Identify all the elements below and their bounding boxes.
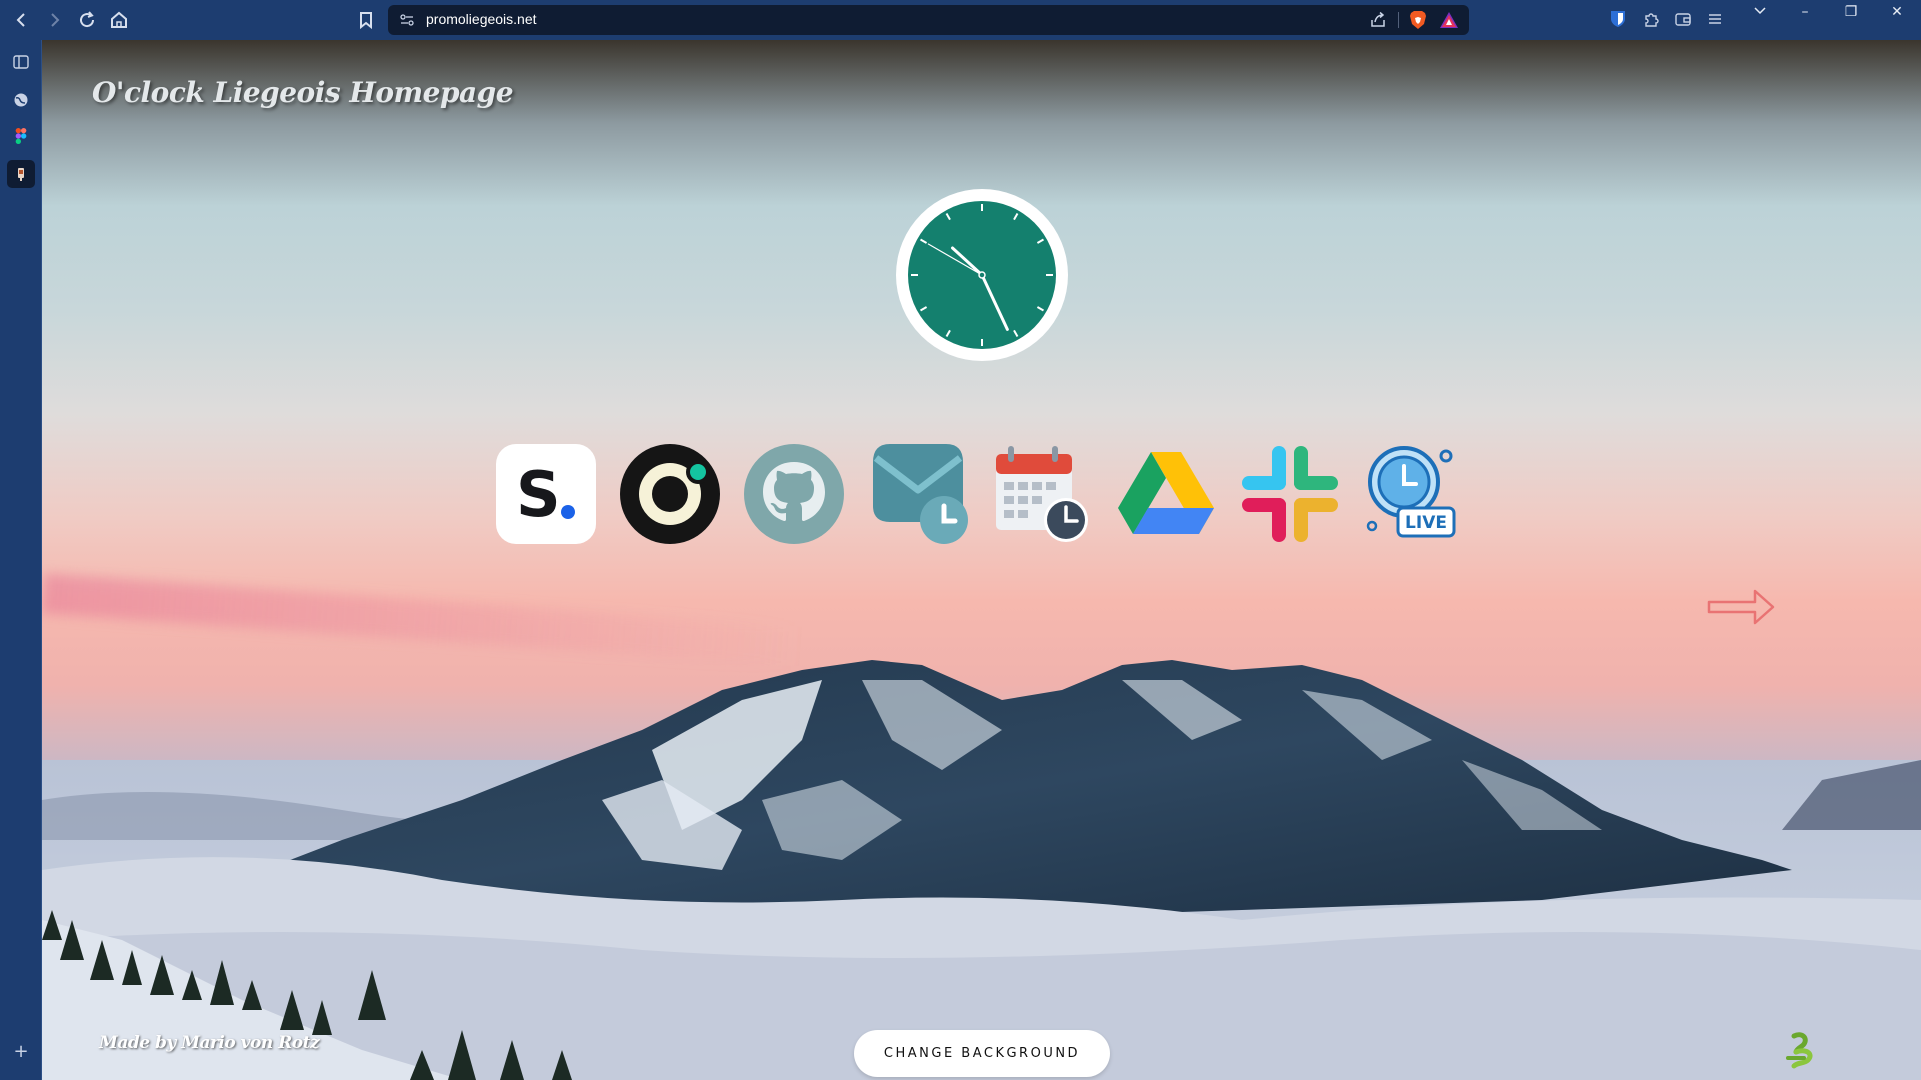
app-slack-link[interactable]	[1240, 444, 1340, 544]
sidebar-item-figma[interactable]	[9, 124, 33, 148]
next-arrow-icon[interactable]	[1707, 585, 1777, 629]
reload-icon	[80, 11, 95, 28]
minimize-button[interactable]: –	[1785, 2, 1825, 22]
slack-icon	[1242, 446, 1338, 542]
sidebar-item-globe[interactable]	[9, 88, 33, 112]
scheduled-mail-icon	[873, 444, 968, 544]
url-text[interactable]: promoliegeois.net	[426, 11, 537, 27]
change-background-button[interactable]: CHANGE BACKGROUND	[854, 1030, 1110, 1077]
ring-app-icon	[620, 444, 720, 544]
live-clock-icon: LIVE	[1366, 446, 1456, 538]
sidebar-add-button[interactable]: +	[9, 1040, 33, 1064]
s-app-icon: S	[496, 444, 596, 544]
extensions-icon[interactable]	[1642, 10, 1660, 28]
app-s-link[interactable]: S	[496, 444, 596, 544]
url-divider	[1398, 12, 1399, 28]
app-github-link[interactable]	[744, 444, 844, 544]
plus-icon: +	[13, 1041, 29, 1062]
globe-icon	[14, 93, 28, 107]
forward-button[interactable]	[42, 8, 66, 32]
calendar-clock-icon	[996, 446, 1088, 542]
bookmark-icon	[360, 12, 372, 30]
share-icon[interactable]	[1369, 11, 1387, 29]
brave-rewards-icon[interactable]	[1439, 10, 1459, 30]
reload-button[interactable]	[75, 8, 99, 32]
wallet-icon[interactable]	[1674, 10, 1692, 28]
app-google-drive-link[interactable]	[1116, 444, 1216, 544]
app-calendar-link[interactable]	[992, 444, 1092, 544]
app-tile-icon	[18, 168, 24, 181]
google-drive-icon	[1118, 452, 1214, 534]
sidebar-panel-button[interactable]	[9, 50, 33, 74]
chevron-down-icon	[1754, 7, 1766, 15]
sidebar-item-active-app[interactable]	[7, 160, 35, 188]
browser-toolbar: promoliegeois.net – ❐ ✕	[0, 0, 1921, 40]
bookmark-button[interactable]	[354, 8, 378, 32]
restore-button[interactable]: ❐	[1831, 2, 1871, 22]
address-bar[interactable]: promoliegeois.net	[388, 5, 1469, 35]
app-ring-link[interactable]	[620, 444, 720, 544]
chevron-right-icon	[51, 13, 60, 27]
home-icon	[111, 11, 127, 28]
page-title: O'clock Liegeois Homepage	[92, 76, 514, 109]
back-button[interactable]	[10, 8, 34, 32]
close-button[interactable]: ✕	[1877, 2, 1917, 22]
analog-clock	[896, 189, 1068, 361]
browser-sidebar: +	[0, 40, 42, 1080]
clock-center	[978, 271, 986, 279]
svg-text:S: S	[516, 458, 561, 531]
liegeois-logo-icon[interactable]	[1782, 1030, 1822, 1070]
bitwarden-icon[interactable]	[1610, 10, 1626, 28]
live-badge-text: LIVE	[1405, 513, 1447, 533]
homepage: O'clock Liegeois Homepage S LIVE Made by…	[42, 40, 1921, 1080]
tab-list-button[interactable]	[1740, 0, 1780, 26]
app-scheduled-mail-link[interactable]	[868, 444, 968, 544]
home-button[interactable]	[107, 8, 131, 32]
app-live-clock-link[interactable]: LIVE	[1364, 444, 1464, 544]
site-settings-icon[interactable]	[400, 13, 414, 27]
brave-shields-icon[interactable]	[1409, 10, 1427, 30]
sidebar-panel-icon	[13, 55, 29, 69]
author-credit: Made by Mario von Rotz	[99, 1033, 320, 1053]
menu-icon[interactable]	[1706, 10, 1724, 28]
chevron-left-icon	[16, 13, 25, 27]
github-icon	[744, 444, 844, 544]
figma-icon	[15, 128, 27, 144]
